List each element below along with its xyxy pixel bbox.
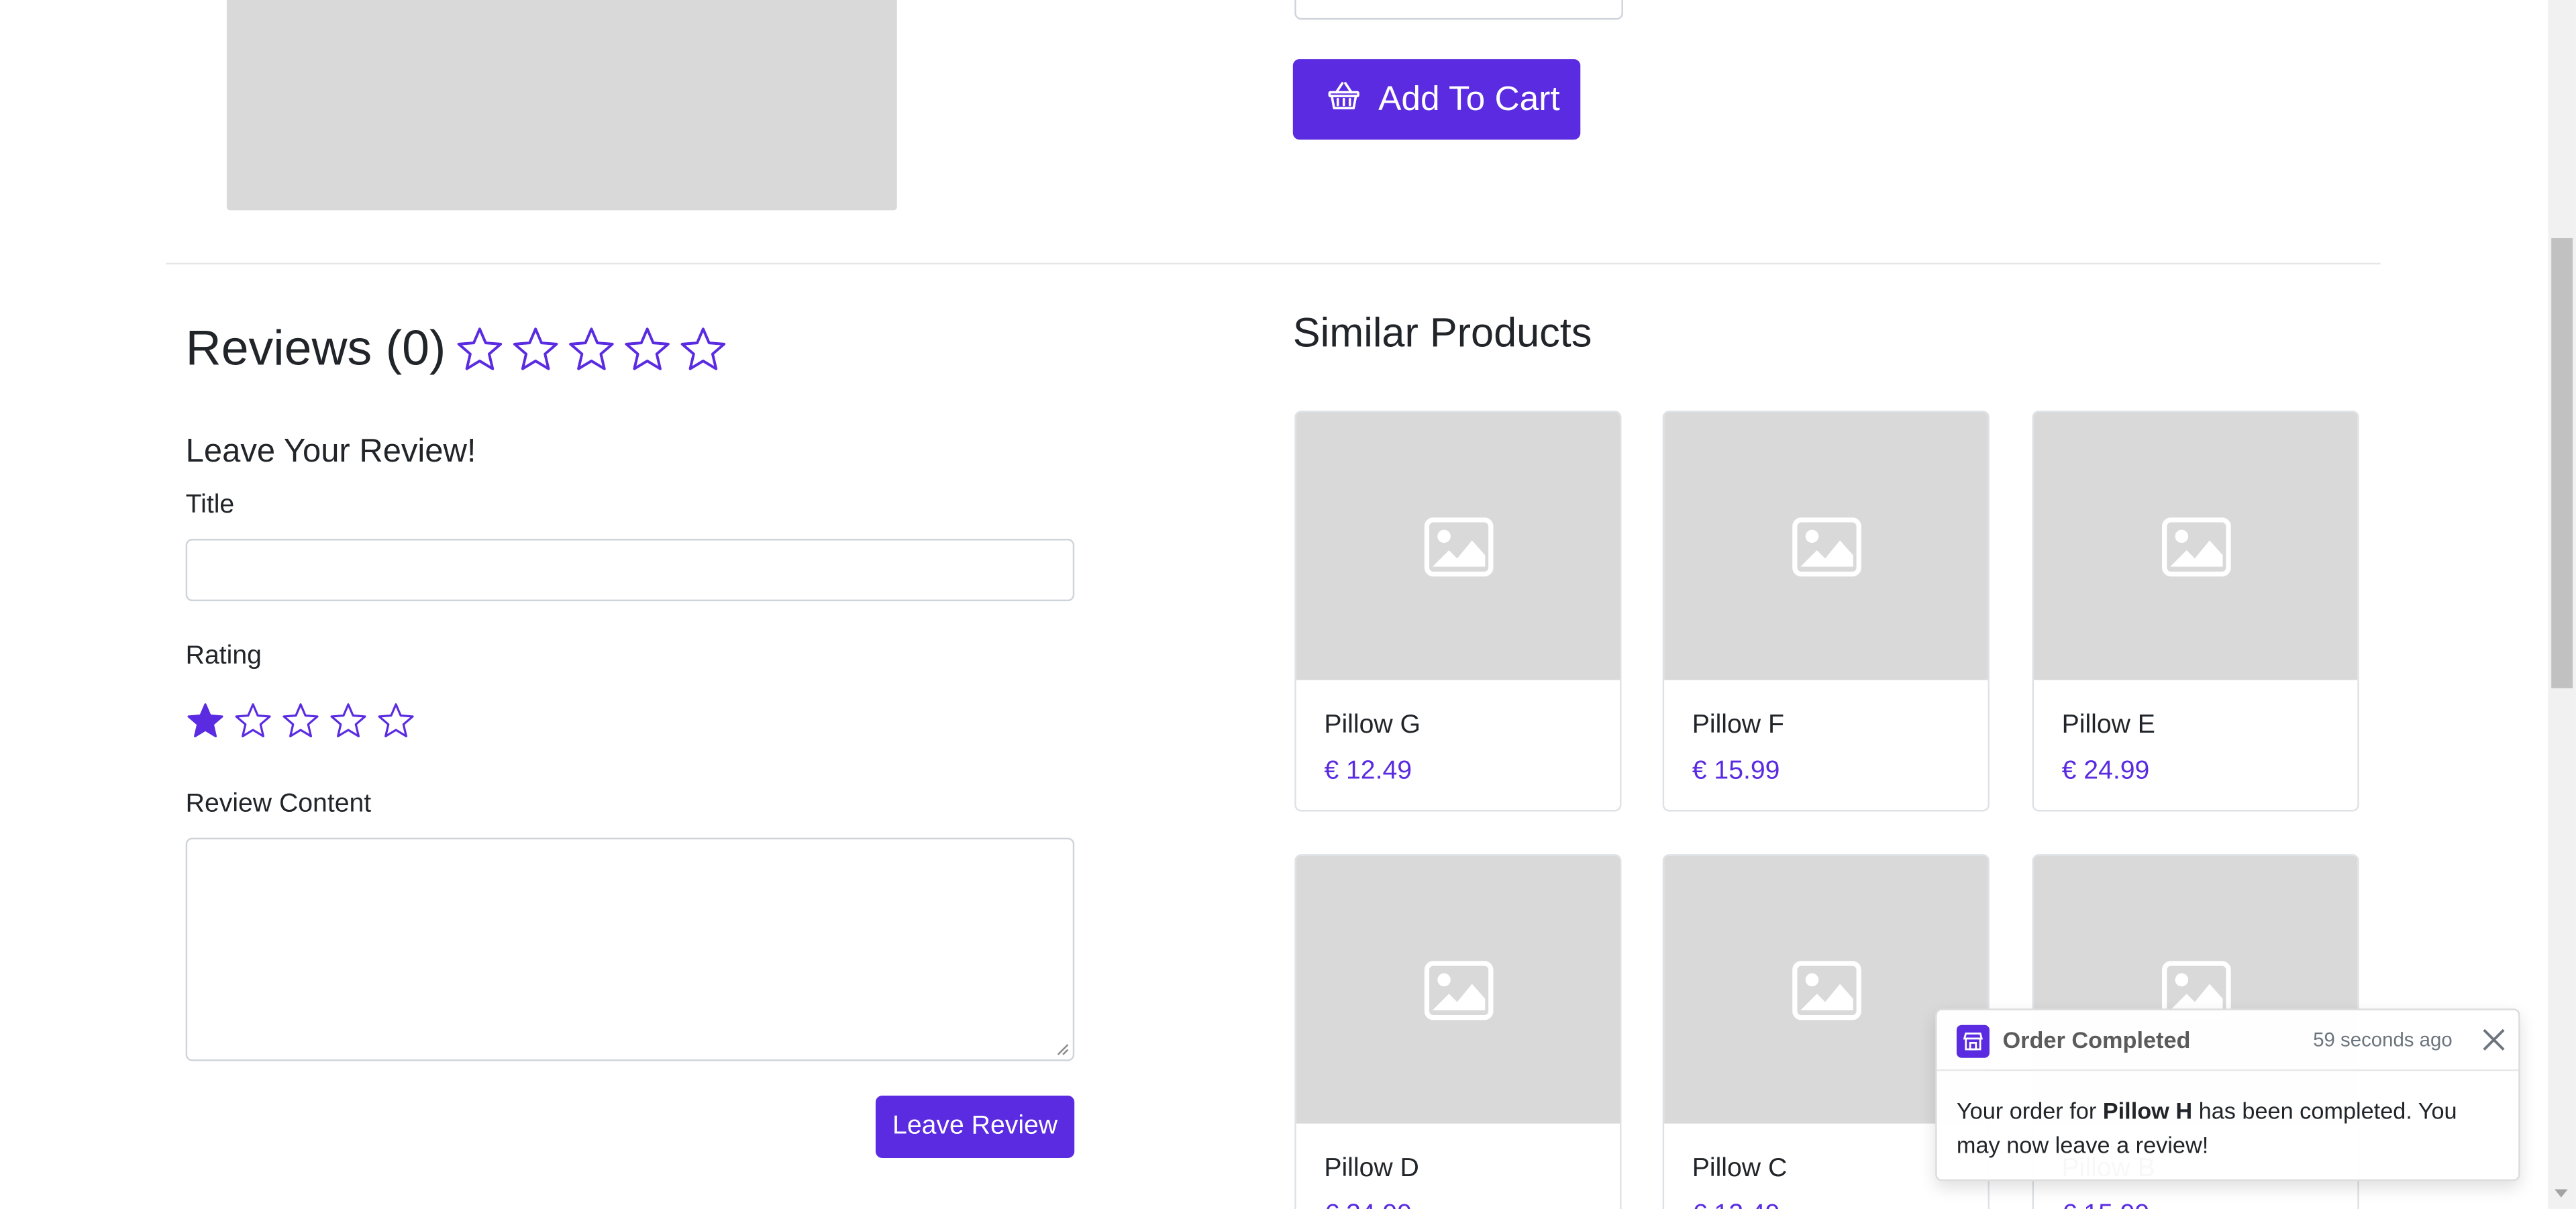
image-placeholder-icon bbox=[2161, 516, 2230, 576]
page: Add To Cart Reviews (0) Leave Your Revie… bbox=[0, 0, 2576, 1209]
rating-star-icon[interactable] bbox=[281, 701, 321, 741]
product-card[interactable]: Pillow E € 24.99 bbox=[2032, 411, 2359, 812]
toast-timestamp: 59 seconds ago bbox=[2313, 1028, 2453, 1051]
add-to-cart-label: Add To Cart bbox=[1378, 79, 1560, 118]
rating-star-icon[interactable] bbox=[234, 701, 273, 741]
title-label: Title bbox=[185, 491, 235, 519]
product-card-name: Pillow C bbox=[1692, 1155, 1788, 1183]
basket-icon bbox=[1326, 77, 1362, 121]
star-icon bbox=[680, 327, 726, 370]
toast-title: Order Completed bbox=[2002, 1027, 2191, 1053]
toast-product-name: Pillow H bbox=[2102, 1097, 2193, 1124]
scrollbar-thumb[interactable] bbox=[2551, 238, 2573, 688]
product-card[interactable]: Pillow G € 12.49 bbox=[1294, 411, 1622, 812]
product-card-price: € 24.99 bbox=[1324, 1201, 1412, 1209]
review-title-input[interactable] bbox=[185, 539, 1075, 602]
order-completed-toast: Order Completed 59 seconds ago Your orde… bbox=[1935, 1008, 2520, 1181]
product-card-price: € 24.99 bbox=[2061, 757, 2150, 786]
image-placeholder-icon bbox=[1791, 960, 1861, 1020]
section-divider bbox=[166, 262, 2381, 265]
average-rating-stars bbox=[455, 325, 727, 374]
product-card-image bbox=[1664, 412, 1988, 680]
product-card-name: Pillow F bbox=[1692, 711, 1784, 739]
rating-label: Rating bbox=[185, 642, 262, 670]
leave-review-heading: Leave Your Review! bbox=[185, 433, 476, 470]
product-card[interactable]: Pillow D € 24.99 bbox=[1294, 854, 1622, 1209]
add-to-cart-button[interactable]: Add To Cart bbox=[1292, 59, 1581, 140]
rating-star-icon[interactable] bbox=[329, 701, 368, 741]
product-card-price: € 12.49 bbox=[1324, 757, 1412, 786]
rating-star-icon[interactable] bbox=[376, 701, 416, 741]
product-card-price: € 15.99 bbox=[1692, 757, 1780, 786]
toast-header: Order Completed 59 seconds ago bbox=[1937, 1010, 2519, 1071]
leave-review-button[interactable]: Leave Review bbox=[875, 1096, 1075, 1159]
quantity-input[interactable] bbox=[1294, 0, 1623, 20]
product-card-image bbox=[1296, 412, 1620, 680]
product-card-name: Pillow D bbox=[1324, 1155, 1419, 1183]
toast-message: Your order for Pillow H has been complet… bbox=[1957, 1094, 2499, 1163]
star-icon bbox=[513, 327, 558, 370]
product-card-image bbox=[2033, 412, 2358, 680]
rating-star-icon[interactable] bbox=[186, 701, 225, 741]
product-card-price: € 12.49 bbox=[1692, 1201, 1780, 1209]
product-card-name: Pillow G bbox=[1324, 711, 1421, 739]
product-card-price: € 15.99 bbox=[2062, 1201, 2150, 1209]
resize-grip-icon[interactable] bbox=[1056, 1043, 1070, 1057]
rating-star-selector[interactable] bbox=[186, 701, 416, 741]
review-content-label: Review Content bbox=[185, 790, 372, 819]
store-icon bbox=[1956, 1024, 1990, 1058]
review-content-textarea[interactable] bbox=[185, 837, 1075, 1061]
image-placeholder-icon bbox=[1423, 960, 1493, 1020]
star-icon bbox=[625, 327, 670, 370]
star-icon bbox=[569, 327, 614, 370]
image-placeholder-icon bbox=[1423, 516, 1493, 576]
similar-products-heading: Similar Products bbox=[1292, 310, 1592, 357]
product-card-name: Pillow E bbox=[2061, 711, 2155, 739]
scroll-down-arrow-icon[interactable] bbox=[2555, 1189, 2568, 1198]
image-placeholder-icon bbox=[1791, 516, 1861, 576]
product-image-placeholder bbox=[226, 0, 897, 211]
toast-message-start: Your order for bbox=[1956, 1097, 2103, 1124]
product-card[interactable]: Pillow F € 15.99 bbox=[1662, 411, 1990, 812]
reviews-heading: Reviews (0) bbox=[185, 321, 446, 376]
close-icon[interactable] bbox=[2479, 1025, 2508, 1055]
product-card-image bbox=[1296, 855, 1620, 1124]
star-icon bbox=[457, 327, 503, 370]
